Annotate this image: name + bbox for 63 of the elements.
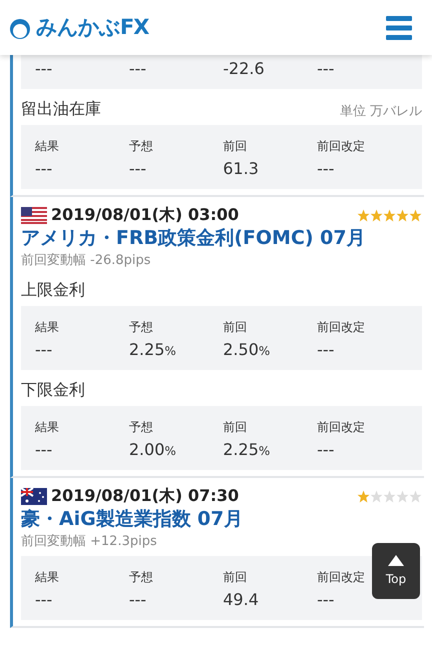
column-label: 前回	[223, 320, 247, 334]
column-label: 予想	[129, 570, 153, 584]
logo-icon	[8, 16, 32, 38]
value-text: 49.4	[223, 590, 259, 608]
section-title: 留出油在庫	[21, 98, 101, 120]
star-icon	[370, 490, 383, 503]
value-text: ---	[317, 590, 334, 608]
flag-icon	[21, 206, 47, 224]
value-text: ---	[317, 440, 334, 460]
value-text: ---	[35, 590, 52, 608]
value-text: ---	[35, 340, 52, 360]
star-icon	[383, 490, 396, 503]
star-icon	[396, 208, 409, 222]
value-text: ---	[35, 440, 52, 460]
arrow-up-icon	[388, 554, 404, 566]
section-title: 下限金利	[21, 379, 85, 402]
column-label: 結果	[35, 320, 59, 334]
flag-icon	[21, 488, 47, 505]
logo[interactable]: みんかぶFX	[36, 12, 149, 44]
star-icon	[357, 208, 370, 222]
value-text: ---	[35, 59, 52, 78]
column-label: 結果	[35, 420, 59, 434]
star-icon	[396, 490, 409, 503]
event-title[interactable]: 豪・AiG製造業指数 07月	[21, 508, 422, 532]
value-text: ---	[317, 59, 334, 78]
value-text: -22.6	[223, 59, 264, 78]
menu-icon[interactable]	[386, 16, 412, 40]
previous-change: 前回変動幅 +12.3pips	[21, 533, 158, 551]
value-text: ---	[317, 340, 334, 360]
column-label: 予想	[129, 420, 153, 434]
value-text: ---	[129, 59, 146, 78]
event-title[interactable]: アメリカ・FRB政策金利(FOMC) 07月	[21, 227, 422, 251]
column-label: 前回改定	[317, 139, 365, 153]
column-label: 前回改定	[317, 320, 365, 334]
value-text: ---	[317, 159, 334, 178]
column-label: 前回改定	[317, 570, 365, 584]
event-datetime: 2019/08/01(木) 07:30	[51, 485, 239, 508]
value-text: 2.25%	[129, 340, 176, 360]
column-label: 前回	[223, 139, 247, 153]
section-title: 上限金利	[21, 279, 85, 302]
value-text: ---	[35, 159, 52, 178]
star-icon	[383, 208, 396, 222]
value-text: 61.3	[223, 159, 259, 178]
value-text: ---	[129, 590, 146, 608]
top-button[interactable]: Top	[372, 543, 420, 599]
value-text: 2.00%	[129, 440, 176, 460]
value-text: 2.50%	[223, 340, 270, 360]
column-label: 予想	[129, 139, 153, 153]
star-icon	[370, 208, 383, 222]
event-datetime: 2019/08/01(木) 03:00	[51, 204, 239, 226]
star-icon	[357, 490, 370, 503]
star-icon	[409, 490, 422, 503]
unit-label: 単位 万バレル	[340, 102, 422, 120]
column-label: 結果	[35, 570, 59, 584]
column-label: 予想	[129, 320, 153, 334]
column-label: 前回改定	[317, 420, 365, 434]
value-text: 2.25%	[223, 440, 270, 460]
previous-change: 前回変動幅 -26.8pips	[21, 252, 152, 270]
column-label: 結果	[35, 139, 59, 153]
column-label: 前回	[223, 570, 247, 584]
column-label: 前回	[223, 420, 247, 434]
star-icon	[409, 208, 422, 222]
value-text: ---	[129, 159, 146, 178]
